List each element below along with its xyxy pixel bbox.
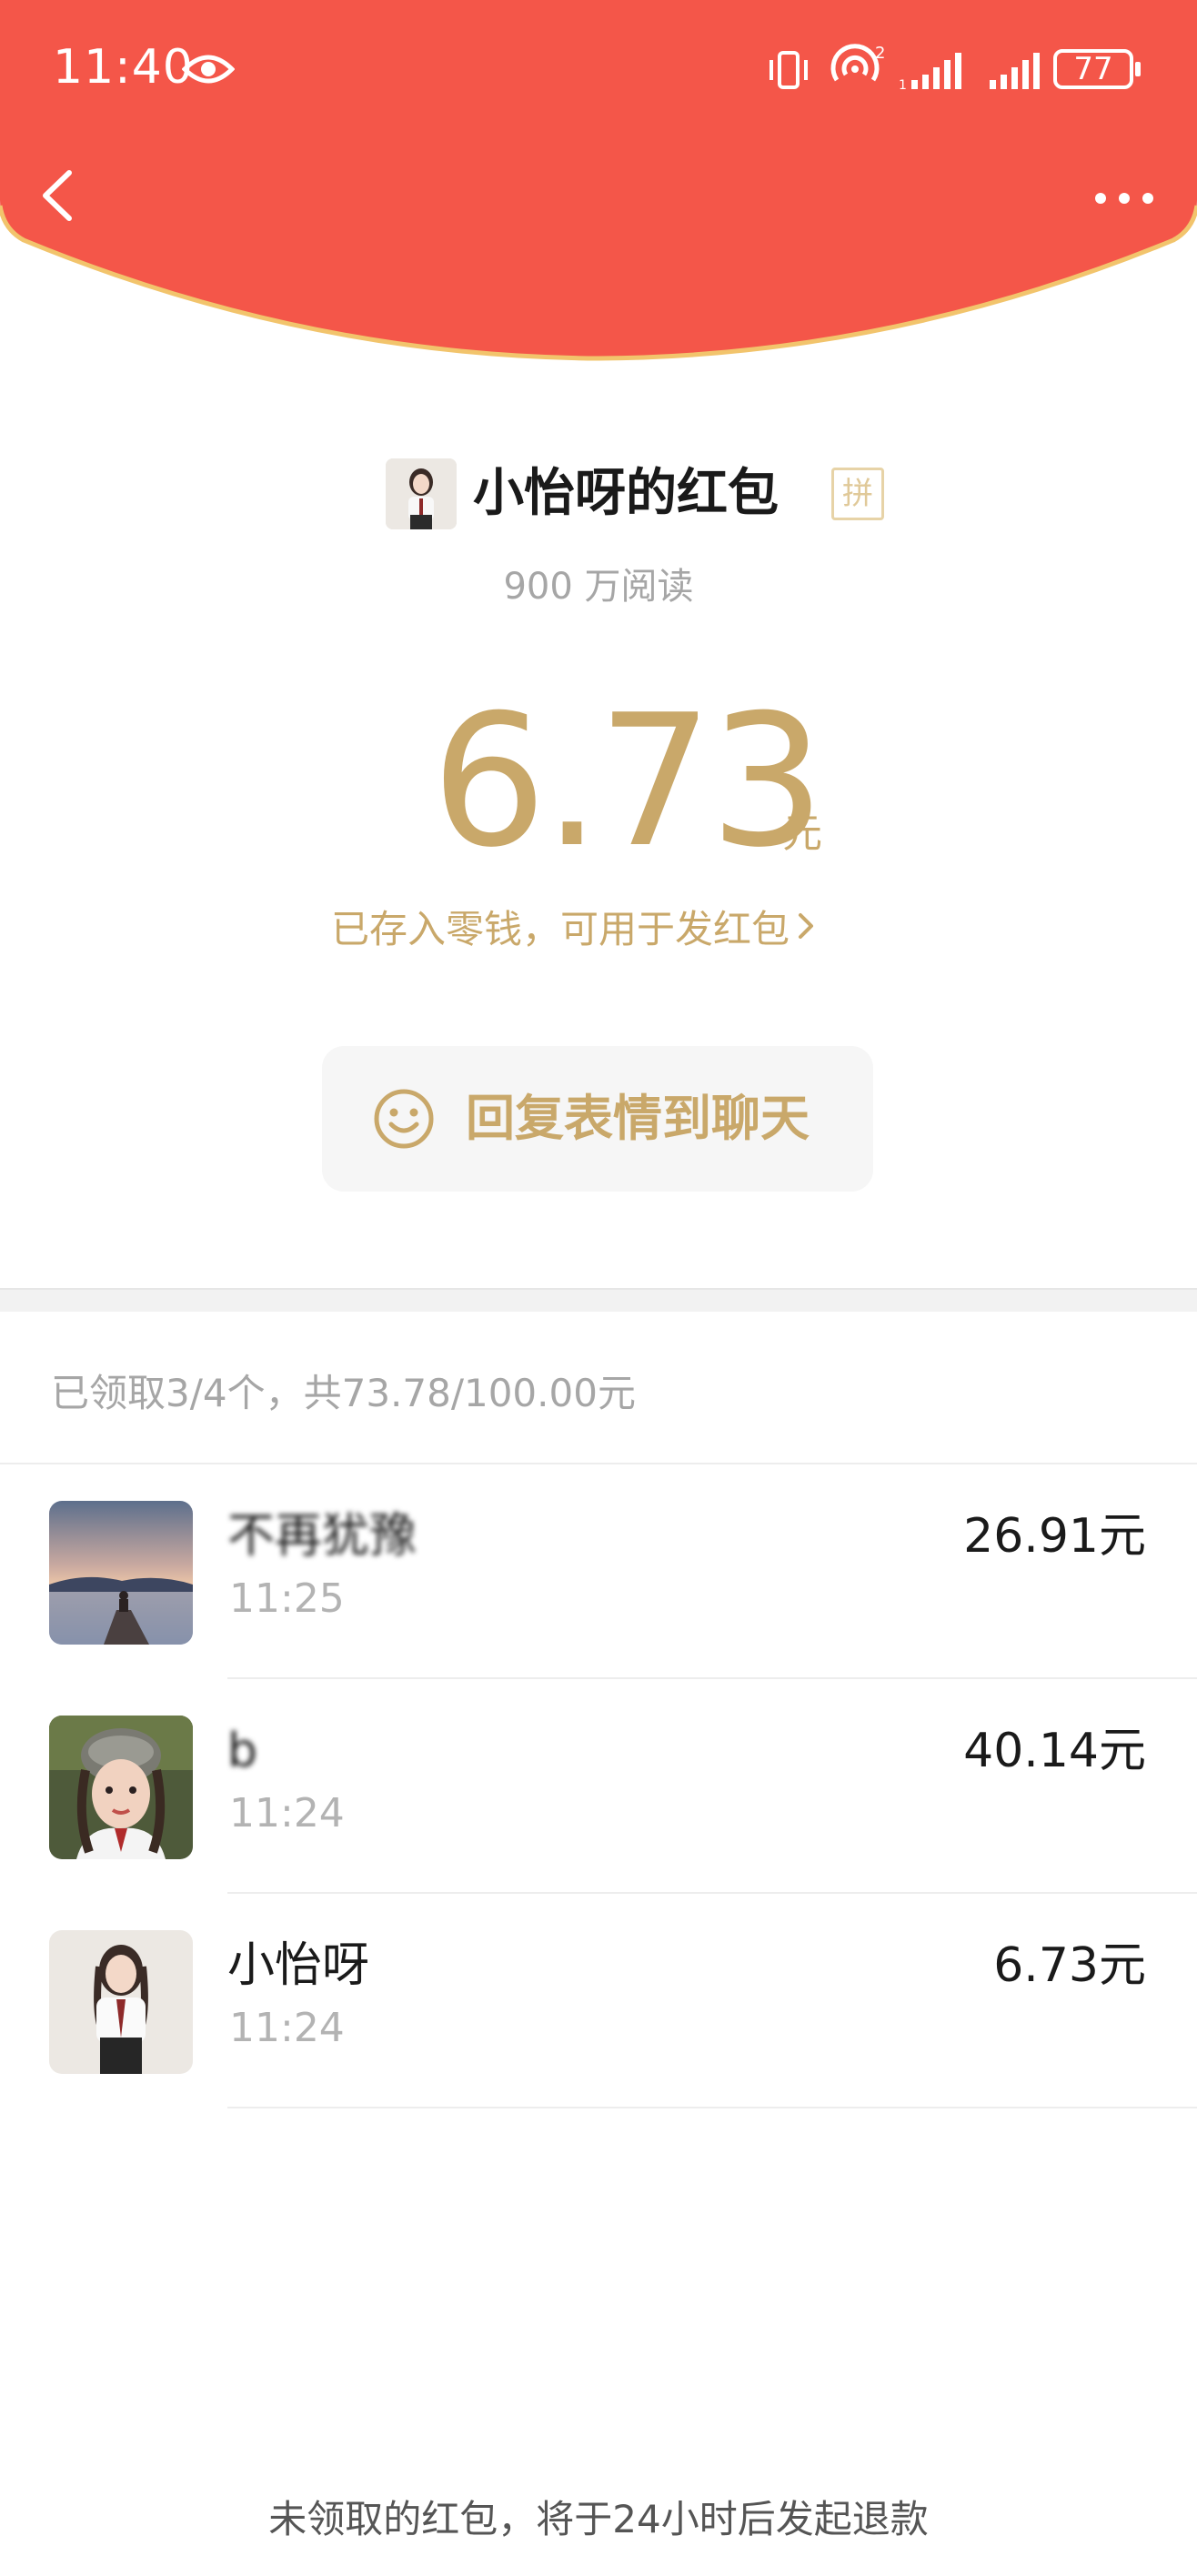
signal-icon: 1 bbox=[899, 53, 961, 91]
back-button[interactable] bbox=[33, 164, 84, 227]
avatar-image bbox=[49, 1501, 193, 1645]
hotspot-icon: 2 bbox=[830, 44, 885, 82]
avatar bbox=[49, 1501, 193, 1645]
svg-text:2: 2 bbox=[875, 44, 885, 63]
avatar-image bbox=[49, 1930, 193, 2074]
divider bbox=[227, 2107, 1197, 2108]
status-time: 11:40 bbox=[53, 40, 194, 95]
claimer-name: 不再犹豫 bbox=[227, 1509, 417, 1564]
list-item[interactable]: 不再犹豫 11:25 26.91元 bbox=[0, 1464, 1197, 1679]
avatar bbox=[49, 1930, 193, 2074]
stored-to-change-link[interactable]: 已存入零钱，可用于发红包 bbox=[331, 899, 817, 954]
more-button[interactable] bbox=[1088, 182, 1161, 215]
smile-icon bbox=[374, 1089, 434, 1149]
amount-row: 6.73 元 bbox=[0, 691, 1197, 873]
section-divider bbox=[0, 1288, 1197, 1312]
claim-summary: 已领取3/4个，共73.78/100.00元 bbox=[51, 1371, 636, 1415]
vibrate-icon bbox=[770, 51, 808, 89]
claim-time: 11:25 bbox=[229, 1575, 345, 1622]
claimer-name: 小怡呀 bbox=[227, 1938, 370, 1993]
sender-avatar[interactable] bbox=[386, 458, 457, 529]
received-amount: 6.73 bbox=[431, 676, 825, 888]
reply-sticker-button[interactable]: 回复表情到聊天 bbox=[322, 1046, 873, 1192]
stored-note: 已存入零钱，可用于发红包 bbox=[331, 907, 790, 951]
claimer-name: b bbox=[227, 1724, 258, 1778]
status-bar: 11:40 2 1 77 bbox=[0, 0, 1197, 146]
signal-icon bbox=[990, 53, 1040, 89]
eye-icon bbox=[182, 55, 235, 84]
claim-time: 11:24 bbox=[229, 1790, 345, 1836]
read-count: 900 万阅读 bbox=[503, 566, 694, 608]
chevron-right-icon bbox=[799, 913, 814, 939]
claim-amount: 6.73元 bbox=[993, 1938, 1146, 1993]
list-item[interactable]: b 11:24 40.14元 bbox=[0, 1679, 1197, 1894]
svg-text:1: 1 bbox=[899, 78, 907, 91]
group-badge: 拼 bbox=[831, 468, 884, 520]
list-item[interactable]: 小怡呀 11:24 6.73元 bbox=[0, 1894, 1197, 2108]
claim-amount: 26.91元 bbox=[963, 1509, 1146, 1564]
sender-row: 小怡呀的红包 拼 bbox=[0, 455, 1197, 533]
reply-label: 回复表情到聊天 bbox=[466, 1090, 810, 1147]
battery-level: 77 bbox=[1073, 51, 1113, 87]
avatar bbox=[49, 1716, 193, 1859]
avatar-image bbox=[49, 1716, 193, 1859]
claim-amount: 40.14元 bbox=[963, 1724, 1146, 1778]
sender-name: 小怡呀的红包 bbox=[473, 464, 779, 523]
avatar-image bbox=[386, 458, 457, 529]
claim-time: 11:24 bbox=[229, 2005, 345, 2051]
amount-unit: 元 bbox=[782, 810, 822, 857]
battery-indicator: 77 bbox=[1053, 49, 1144, 89]
refund-note: 未领取的红包，将于24小时后发起退款 bbox=[268, 2497, 929, 2541]
